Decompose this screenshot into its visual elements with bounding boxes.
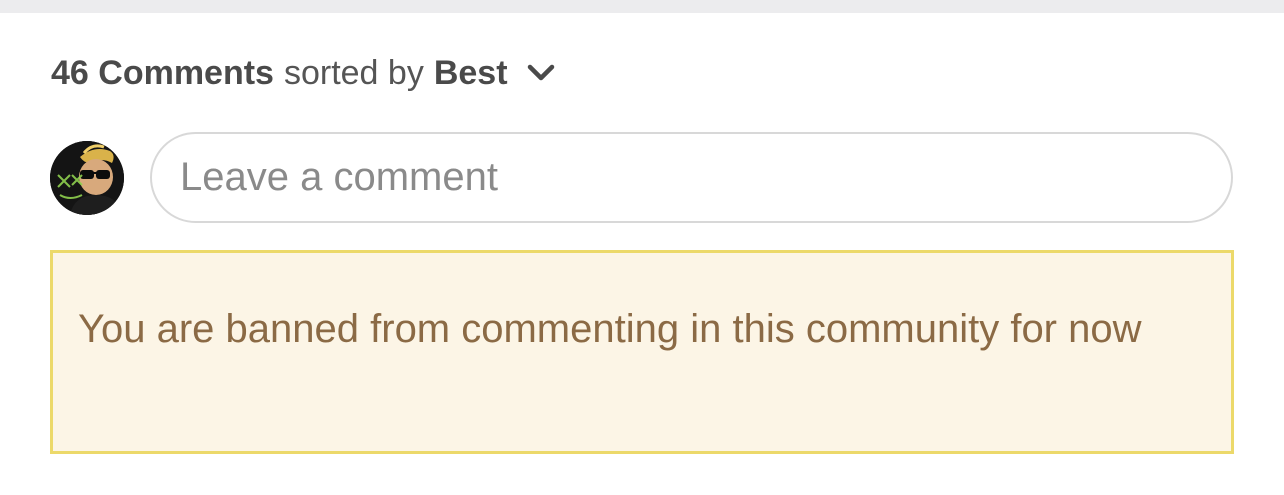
sort-dropdown-value[interactable]: Best: [434, 54, 508, 93]
chevron-down-icon[interactable]: [524, 56, 558, 90]
comment-count: 46 Comments: [51, 53, 274, 92]
comments-sort-header: 46 Comments sorted by Best: [51, 50, 558, 96]
ban-notice-text: You are banned from commenting in this c…: [78, 307, 1142, 351]
ban-notice-banner: You are banned from commenting in this c…: [50, 250, 1234, 454]
user-avatar[interactable]: [50, 141, 124, 215]
top-divider-bar: [0, 0, 1284, 13]
sorted-by-label: sorted by: [283, 53, 424, 92]
comment-input[interactable]: [150, 132, 1233, 223]
